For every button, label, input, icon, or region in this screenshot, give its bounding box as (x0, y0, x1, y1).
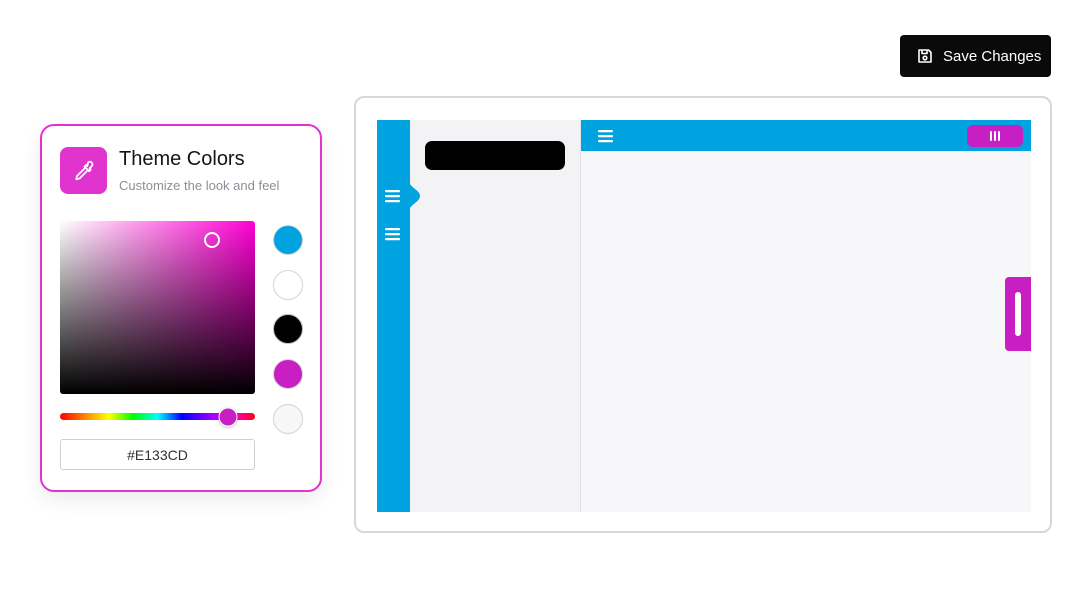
color-swatch-magenta[interactable] (273, 359, 303, 389)
grip-lines-icon (990, 131, 1000, 141)
hue-slider[interactable] (60, 407, 255, 426)
hue-slider-handle[interactable] (218, 407, 238, 426)
menu-icon[interactable] (598, 129, 613, 143)
topbar-action-pill[interactable] (967, 125, 1023, 147)
floppy-disk-icon (917, 48, 933, 64)
preview-sidebar-pill (425, 141, 565, 170)
theme-editor-page: Save Changes Theme Colors Customize the … (0, 0, 1088, 608)
eyedropper-icon (60, 147, 107, 194)
hex-color-input[interactable] (60, 439, 255, 470)
color-swatch-white[interactable] (273, 270, 303, 300)
card-subtitle: Customize the look and feel (119, 178, 280, 193)
color-picker-handle[interactable] (204, 232, 221, 249)
menu-icon[interactable] (385, 227, 400, 241)
color-swatch-blue[interactable] (273, 225, 303, 255)
preview-nav-rail (377, 120, 410, 512)
save-changes-button[interactable]: Save Changes (900, 35, 1051, 77)
color-swatch-light-gray[interactable] (273, 404, 303, 434)
rail-tab-indicator (408, 180, 420, 212)
theme-colors-card: Theme Colors Customize the look and feel (40, 124, 322, 492)
preview-sidebar-panel (410, 120, 581, 512)
preview-content-area (581, 151, 1031, 512)
color-swatch-black[interactable] (273, 314, 303, 344)
card-title: Theme Colors (119, 148, 245, 170)
save-changes-label: Save Changes (943, 47, 1042, 65)
side-panel-handle[interactable] (1005, 277, 1031, 351)
menu-icon[interactable] (385, 189, 400, 203)
handle-grip (1015, 292, 1021, 336)
saturation-brightness-picker[interactable] (60, 221, 255, 394)
preview-topbar (581, 120, 1031, 151)
